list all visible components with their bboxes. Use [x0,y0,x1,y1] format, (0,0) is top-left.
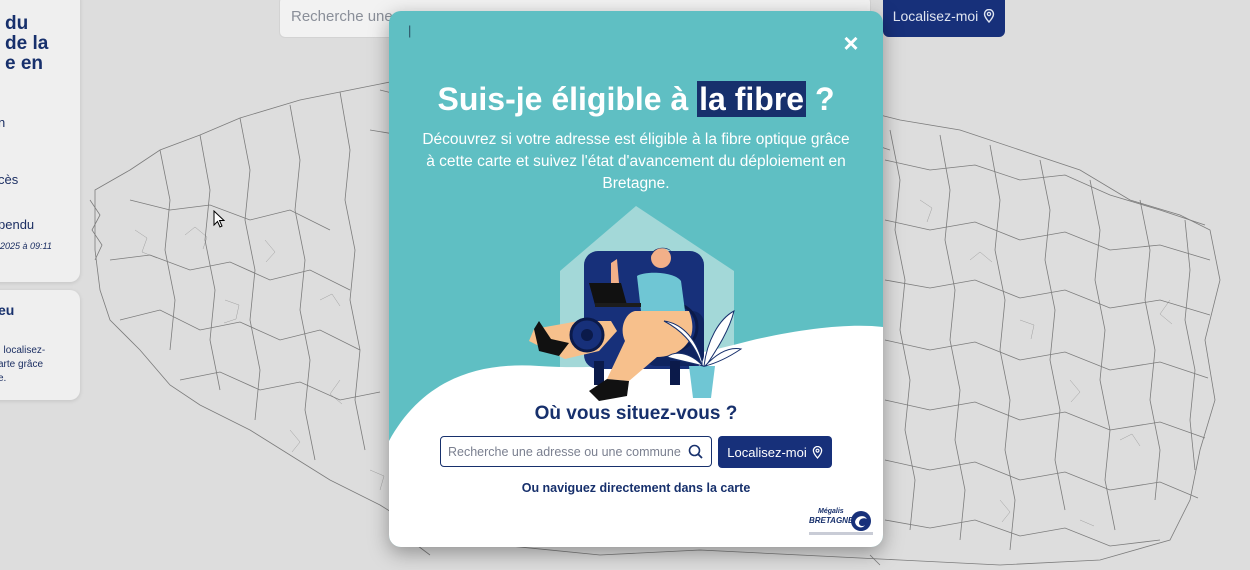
info-item[interactable]: n [0,115,5,130]
megalis-logo: Mégalis BRETAGNE [808,508,874,542]
locate-me-button[interactable]: Localisez-moi [718,436,832,468]
info-panel-title: du de la e en [5,14,48,74]
address-search-input[interactable]: Recherche une adresse ou une commune [440,436,712,467]
top-locate-label: Localisez-moi [892,7,979,24]
navigate-map-link[interactable]: Ou naviguez directement dans la carte [389,481,883,495]
text-caret: | [408,23,412,38]
info-item[interactable]: cès [0,172,18,187]
logo-swirl-icon [851,511,871,531]
info-title-line-1: du [5,13,29,34]
address-search-placeholder: Recherche une adresse ou une commune [448,445,681,459]
close-icon[interactable]: × [839,30,863,56]
locate-me-label: Localisez-moi [727,444,807,460]
logo-tagline [809,532,873,535]
where-title: Où vous situez-vous ? [534,403,738,424]
mouse-cursor-icon [213,210,225,228]
title-part: Suis-je éligible à [437,81,698,117]
help-panel-text: , localisez- arte grâce e. [0,344,45,386]
info-panel: du de la e en n cès pendu 2025 à 09:11 [0,0,80,282]
illustration [389,206,883,547]
logo-text: Mégalis [818,508,844,515]
help-line: , localisez- [0,345,46,356]
modal-title: Suis-je éligible à la fibre ? [389,81,883,118]
modal-description: Découvrez si votre adresse est éligible … [422,131,850,192]
help-line: e. [0,373,7,384]
info-title-line-2: de la [5,33,49,54]
location-pin-icon [984,8,995,23]
title-part: ? [806,81,835,117]
location-pin-icon [812,445,823,459]
help-panel: eu , localisez- arte grâce e. [0,290,80,400]
help-panel-title: eu [0,302,15,318]
info-item[interactable]: pendu [0,217,34,232]
top-search-placeholder: Recherche une [291,8,393,25]
top-locate-button[interactable]: Localisez-moi [883,0,1005,37]
info-title-line-3: e en [5,53,44,74]
logo-text: BRETAGNE [809,516,854,525]
search-icon[interactable] [688,444,703,459]
title-highlight: la fibre [697,81,807,117]
help-line: arte grâce [0,359,44,370]
eligibility-modal: | × Suis-je éligible à la fibre ? Découv… [389,11,883,547]
update-date: 2025 à 09:11 [0,241,52,251]
